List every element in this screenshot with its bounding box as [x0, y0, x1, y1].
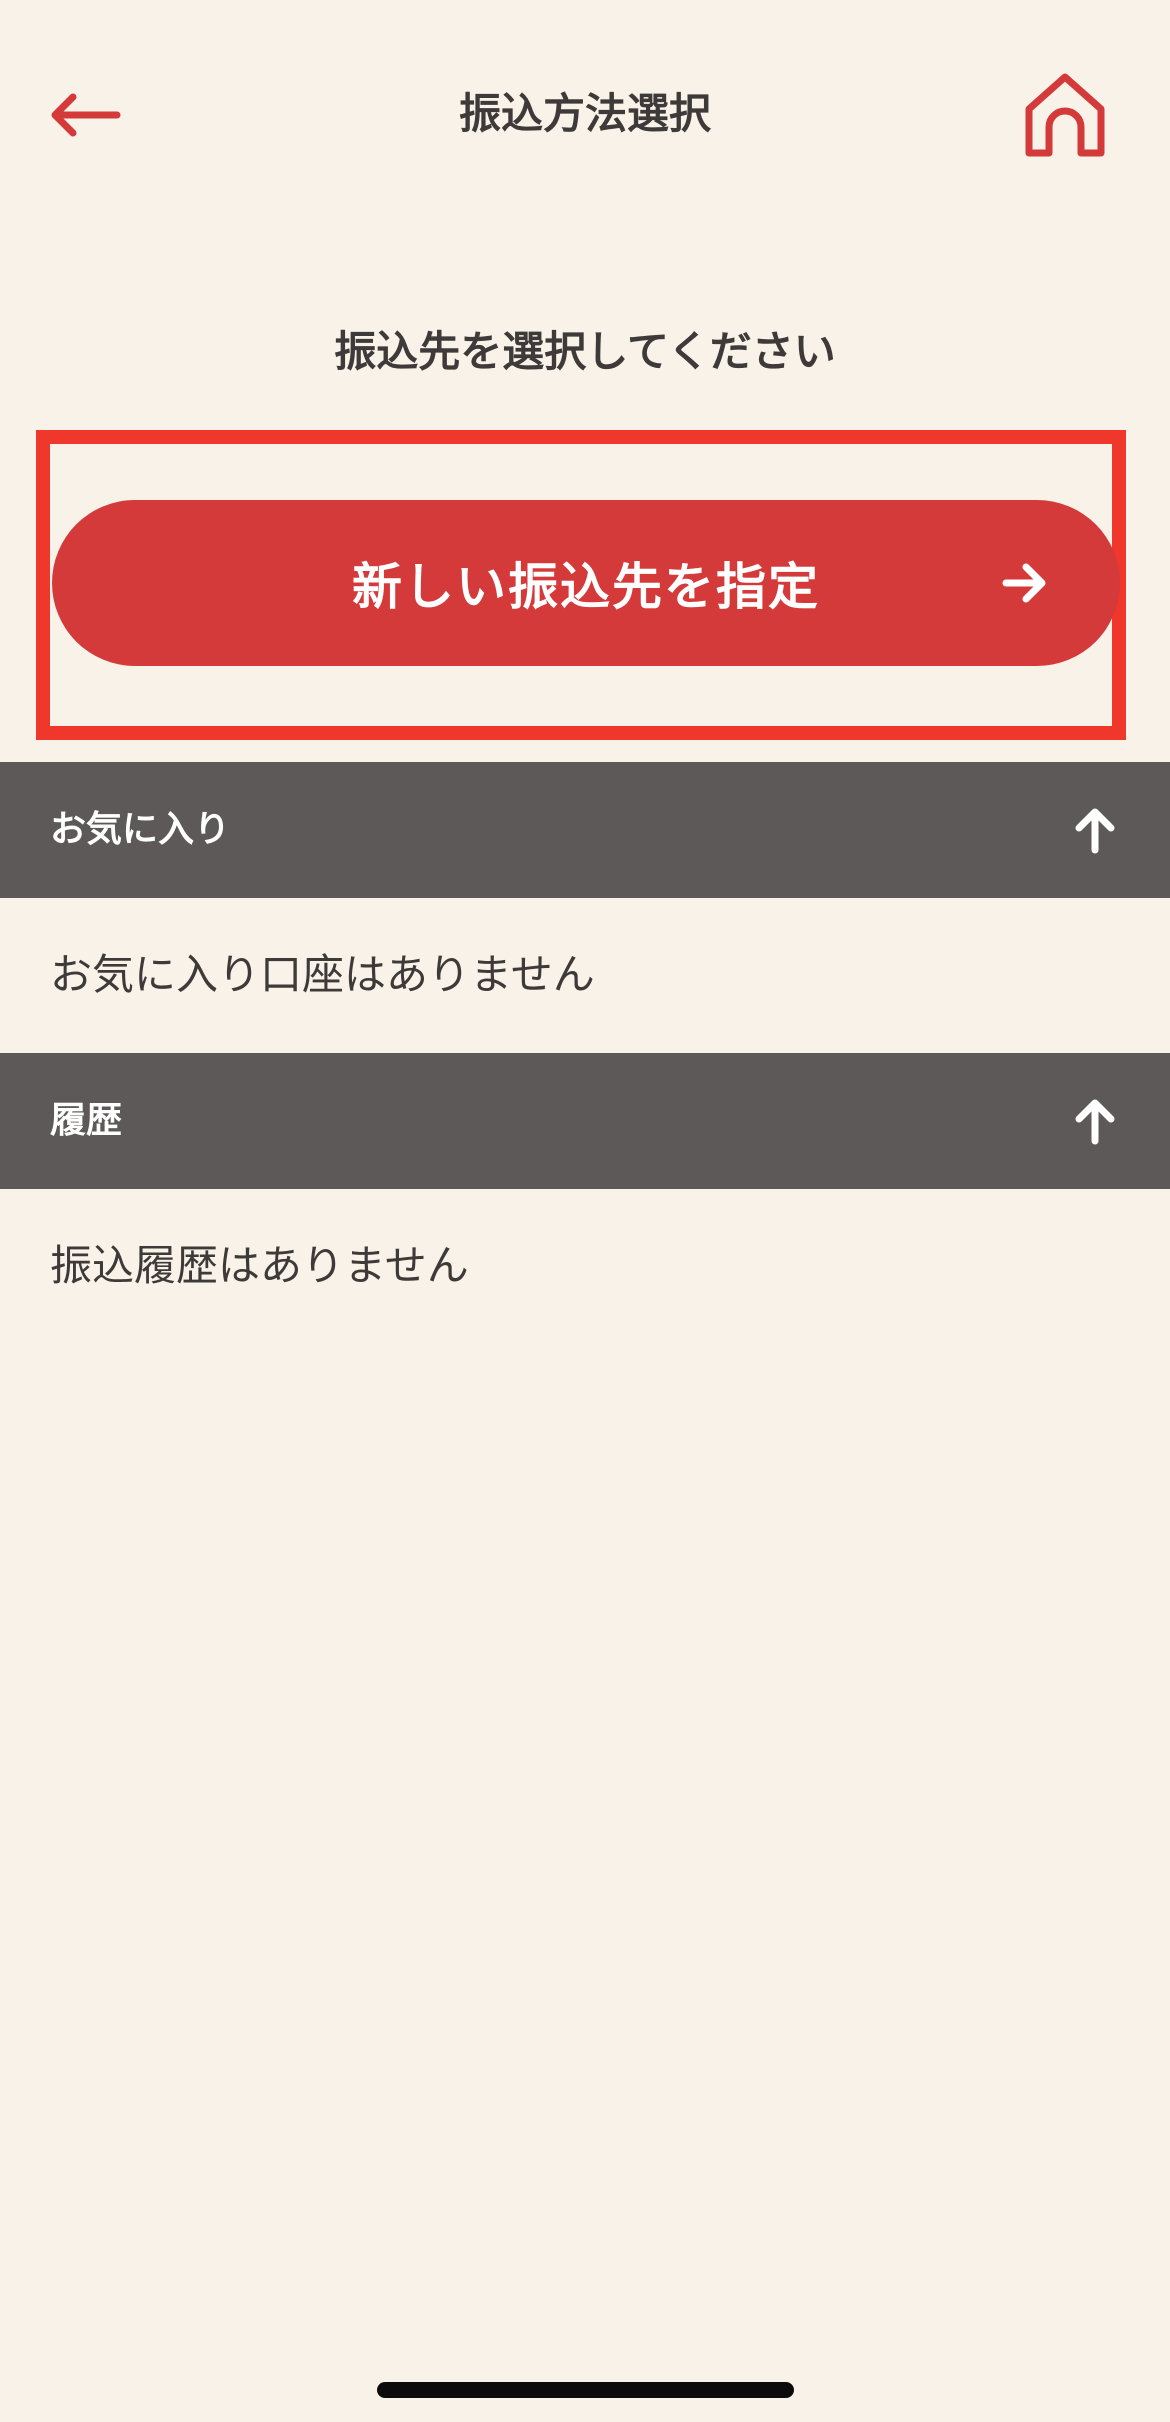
favorites-section-header[interactable]: お気に入り: [0, 762, 1170, 898]
favorites-empty-message: お気に入り口座はありません: [50, 950, 595, 999]
home-button[interactable]: [1015, 65, 1115, 165]
arrow-up-icon[interactable]: [1070, 805, 1120, 855]
favorites-section-title: お気に入り: [50, 809, 231, 850]
new-destination-button[interactable]: 新しい振込先を指定: [52, 500, 1120, 666]
home-icon: [1025, 73, 1105, 157]
new-destination-label: 新しい振込先を指定: [352, 558, 820, 616]
page-title: 振込方法選択: [458, 89, 711, 138]
history-section-header[interactable]: 履歴: [0, 1053, 1170, 1189]
arrow-right-icon: [1002, 563, 1046, 603]
history-section-title: 履歴: [50, 1100, 123, 1141]
history-empty-message: 振込履歴はありません: [50, 1241, 469, 1290]
arrow-up-icon[interactable]: [1070, 1096, 1120, 1146]
home-indicator[interactable]: [377, 2382, 794, 2398]
header: 振込方法選択: [0, 0, 1170, 230]
instruction-text: 振込先を選択してください: [334, 327, 836, 376]
